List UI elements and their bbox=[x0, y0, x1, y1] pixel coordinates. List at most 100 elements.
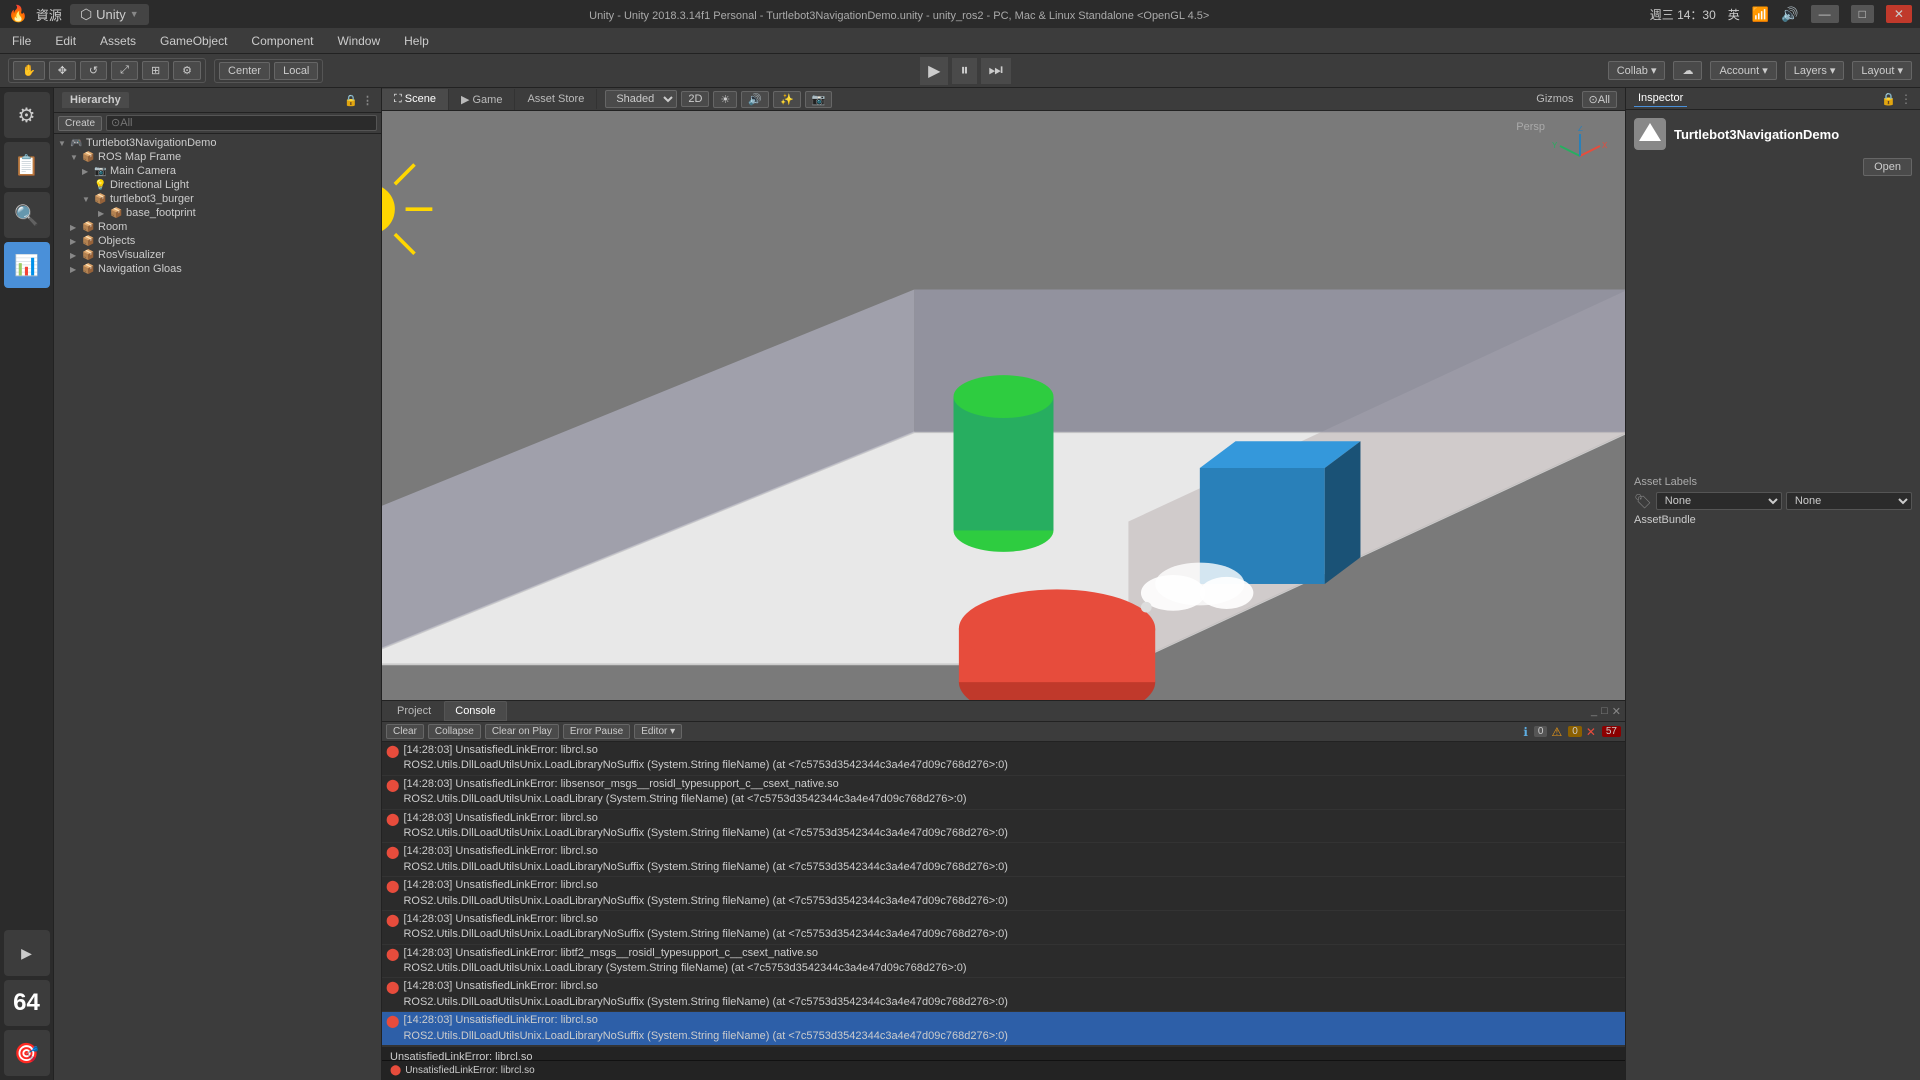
close-panel-btn[interactable]: ✕ bbox=[1612, 705, 1621, 718]
tree-item-3[interactable]: ▼ 📦 turtlebot3_burger bbox=[54, 192, 381, 206]
step-btn[interactable]: ⏭ bbox=[981, 58, 1011, 84]
error-icon-0: ⬤ bbox=[386, 744, 399, 758]
asset-bundle-dropdown[interactable]: None bbox=[1656, 492, 1782, 510]
taskbar-icon-2[interactable]: 🔍 bbox=[4, 192, 50, 238]
hierarchy-lock-icon[interactable]: 🔒 bbox=[344, 94, 358, 107]
taskbar-icon-0[interactable]: ⚙ bbox=[4, 92, 50, 138]
play-btn[interactable]: ▶ bbox=[920, 57, 948, 85]
console-row-5[interactable]: ⬤ [14:28:03] UnsatisfiedLinkError: librc… bbox=[382, 911, 1625, 945]
maximize-panel-btn[interactable]: □ bbox=[1601, 705, 1608, 717]
effects-btn[interactable]: ✨ bbox=[773, 91, 801, 108]
bottom-badges: _ □ ✕ bbox=[1591, 705, 1621, 718]
tree-item-8[interactable]: ▶ 📦 Navigation Gloas bbox=[54, 262, 381, 276]
tree-item-4[interactable]: ▶ 📦 base_footprint bbox=[54, 206, 381, 220]
clear-btn[interactable]: Clear bbox=[386, 724, 424, 739]
unity-icon[interactable]: ⬡ Unity ▼ bbox=[70, 4, 149, 25]
gizmos-btn[interactable]: ⊙All bbox=[1582, 91, 1617, 108]
tree-item-root[interactable]: ▼ 🎮 Turtlebot3NavigationDemo bbox=[54, 136, 381, 150]
volume-icon: 🔊 bbox=[1781, 6, 1798, 23]
error-icon-3: ⬤ bbox=[386, 845, 399, 859]
taskbar-icon-4[interactable]: ▶ bbox=[4, 930, 50, 976]
game-icon: ▶ bbox=[461, 94, 469, 106]
error-icon-6: ⬤ bbox=[386, 947, 399, 961]
tab-asset-store[interactable]: Asset Store bbox=[515, 89, 597, 109]
tree-item-2[interactable]: 💡 Directional Light bbox=[54, 178, 381, 192]
cloud-btn[interactable]: ☁ bbox=[1673, 61, 1702, 80]
tab-project[interactable]: Project bbox=[386, 701, 442, 721]
scene-viewport[interactable]: X Y Z Persp bbox=[382, 111, 1625, 700]
editor-btn[interactable]: Editor ▾ bbox=[634, 724, 682, 739]
taskbar-icon-1[interactable]: 📋 bbox=[4, 142, 50, 188]
menu-assets[interactable]: Assets bbox=[96, 32, 140, 50]
pivot-btn[interactable]: Center bbox=[219, 62, 270, 80]
lights-btn[interactable]: ☀ bbox=[713, 91, 737, 108]
scale-tool[interactable]: ⤢ bbox=[111, 61, 138, 80]
menu-window[interactable]: Window bbox=[333, 32, 384, 50]
taskbar-icon-3[interactable]: 📊 bbox=[4, 242, 50, 288]
tree-item-7[interactable]: ▶ 📦 RosVisualizer bbox=[54, 248, 381, 262]
create-btn[interactable]: Create bbox=[58, 116, 102, 131]
tree-item-6[interactable]: ▶ 📦 Objects bbox=[54, 234, 381, 248]
svg-text:Z: Z bbox=[1578, 126, 1583, 133]
tab-scene[interactable]: ⛶ Scene bbox=[382, 89, 449, 110]
console-row-4[interactable]: ⬤ [14:28:03] UnsatisfiedLinkError: librc… bbox=[382, 877, 1625, 911]
tree-item-1[interactable]: ▶ 📷 Main Camera bbox=[54, 164, 381, 178]
hand-tool[interactable]: ✋ bbox=[13, 61, 45, 80]
menu-file[interactable]: File bbox=[8, 32, 35, 50]
lang-selector[interactable]: 英 bbox=[1728, 6, 1740, 23]
inspector-menu-btn[interactable]: ⋮ bbox=[1900, 92, 1912, 106]
collab-btn[interactable]: Collab ▾ bbox=[1608, 61, 1666, 80]
menu-component[interactable]: Component bbox=[247, 32, 317, 50]
inspector-tab[interactable]: Inspector bbox=[1634, 90, 1687, 107]
asset-variant-dropdown[interactable]: None bbox=[1786, 492, 1912, 510]
layout-btn[interactable]: Layout ▾ bbox=[1852, 61, 1912, 80]
close-btn[interactable]: ✕ bbox=[1886, 5, 1912, 23]
taskbar-icon-5[interactable]: 64 bbox=[4, 980, 50, 1026]
console-row-1[interactable]: ⬤ [14:28:03] UnsatisfiedLinkError: libse… bbox=[382, 776, 1625, 810]
shading-dropdown[interactable]: Shaded bbox=[605, 90, 677, 108]
inspector-lock-btn[interactable]: 🔒 bbox=[1881, 92, 1896, 106]
clear-on-play-btn[interactable]: Clear on Play bbox=[485, 724, 559, 739]
main-layout: ⚙ 📋 🔍 📊 ▶ 64 🎯 Hierarchy 🔒 ⋮ Create ▼ 🎮 … bbox=[0, 88, 1920, 1080]
console-content[interactable]: ⬤ [14:28:03] UnsatisfiedLinkError: librc… bbox=[382, 742, 1625, 1060]
console-row-2[interactable]: ⬤ [14:28:03] UnsatisfiedLinkError: librc… bbox=[382, 810, 1625, 844]
account-btn[interactable]: Account ▾ bbox=[1710, 61, 1776, 80]
maximize-btn[interactable]: □ bbox=[1851, 5, 1874, 23]
tree-item-5[interactable]: ▶ 📦 Room bbox=[54, 220, 381, 234]
view-tabs: ⛶ Scene ▶ Game Asset Store Shaded 2D ☀ 🔊… bbox=[382, 88, 1625, 111]
layers-btn[interactable]: Layers ▾ bbox=[1785, 61, 1845, 80]
space-btn[interactable]: Local bbox=[274, 62, 318, 80]
rect-tool[interactable]: ⊞ bbox=[142, 61, 169, 80]
hierarchy-search[interactable] bbox=[106, 115, 377, 131]
console-row-6[interactable]: ⬤ [14:28:03] UnsatisfiedLinkError: libtf… bbox=[382, 945, 1625, 979]
console-row-8[interactable]: ⬤ [14:28:03] UnsatisfiedLinkError: librc… bbox=[382, 1012, 1625, 1046]
error-pause-btn[interactable]: Error Pause bbox=[563, 724, 630, 739]
tab-console[interactable]: Console bbox=[444, 701, 506, 721]
rotate-tool[interactable]: ↺ bbox=[80, 61, 107, 80]
status-text: UnsatisfiedLinkError: librcl.so bbox=[405, 1065, 535, 1076]
inspector-open-btn[interactable]: Open bbox=[1863, 158, 1912, 176]
console-row-7[interactable]: ⬤ [14:28:03] UnsatisfiedLinkError: librc… bbox=[382, 978, 1625, 1012]
menu-gameobject[interactable]: GameObject bbox=[156, 32, 231, 50]
taskbar-icon-6[interactable]: 🎯 bbox=[4, 1030, 50, 1076]
camera-btn[interactable]: 📷 bbox=[805, 91, 833, 108]
minimize-btn[interactable]: — bbox=[1811, 5, 1839, 23]
audio-btn[interactable]: 🔊 bbox=[741, 91, 769, 108]
tree-icon-3: 📦 bbox=[94, 194, 108, 205]
console-detail-text: UnsatisfiedLinkError: librcl.so ROS2.Uti… bbox=[390, 1051, 1021, 1060]
2d-btn[interactable]: 2D bbox=[681, 91, 709, 107]
tree-item-0[interactable]: ▼ 📦 ROS Map Frame bbox=[54, 150, 381, 164]
move-tool[interactable]: ✥ bbox=[49, 61, 76, 80]
hierarchy-menu-icon[interactable]: ⋮ bbox=[362, 94, 373, 107]
console-row-0[interactable]: ⬤ [14:28:03] UnsatisfiedLinkError: librc… bbox=[382, 742, 1625, 776]
pause-btn[interactable]: ⏸ bbox=[952, 58, 976, 84]
tree-arrow-1: ▶ bbox=[82, 167, 94, 176]
svg-text:X: X bbox=[1602, 141, 1608, 150]
tab-game[interactable]: ▶ Game bbox=[449, 89, 516, 110]
menu-help[interactable]: Help bbox=[400, 32, 433, 50]
collapse-btn[interactable]: Collapse bbox=[428, 724, 481, 739]
transform-tool[interactable]: ⚙ bbox=[173, 61, 201, 80]
minimize-panel-btn[interactable]: _ bbox=[1591, 705, 1597, 717]
console-row-3[interactable]: ⬤ [14:28:03] UnsatisfiedLinkError: librc… bbox=[382, 843, 1625, 877]
menu-edit[interactable]: Edit bbox=[51, 32, 80, 50]
